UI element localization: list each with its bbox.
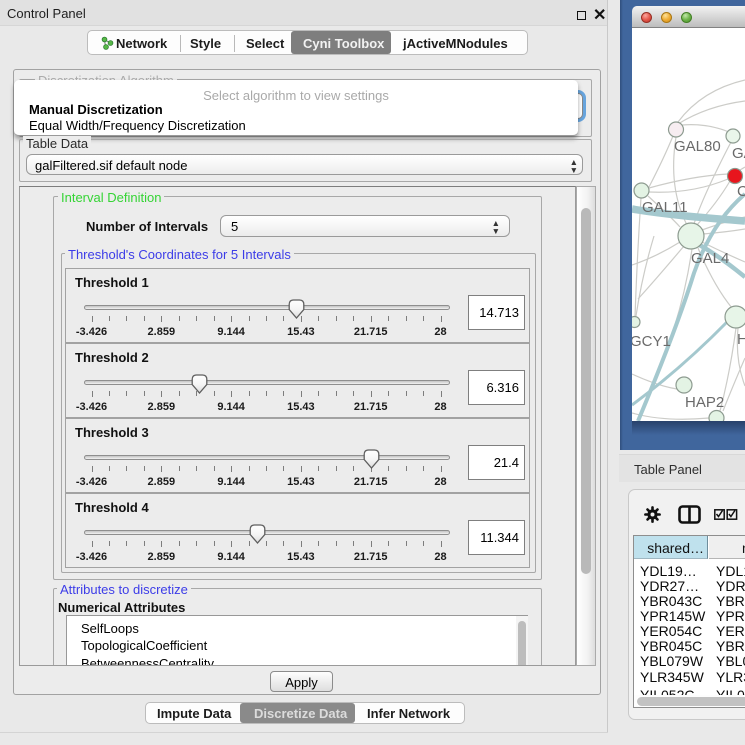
svg-text:HAP2: HAP2 (685, 394, 724, 411)
svg-text:GCY1: GCY1 (632, 333, 671, 350)
svg-text:GAL11: GAL11 (642, 199, 688, 216)
svg-text:GA: GA (732, 145, 745, 162)
svg-text:GAL4: GAL4 (691, 250, 729, 267)
svg-text:C: C (737, 183, 745, 200)
svg-text:H: H (737, 331, 745, 348)
svg-text:GAL80: GAL80 (674, 138, 721, 155)
